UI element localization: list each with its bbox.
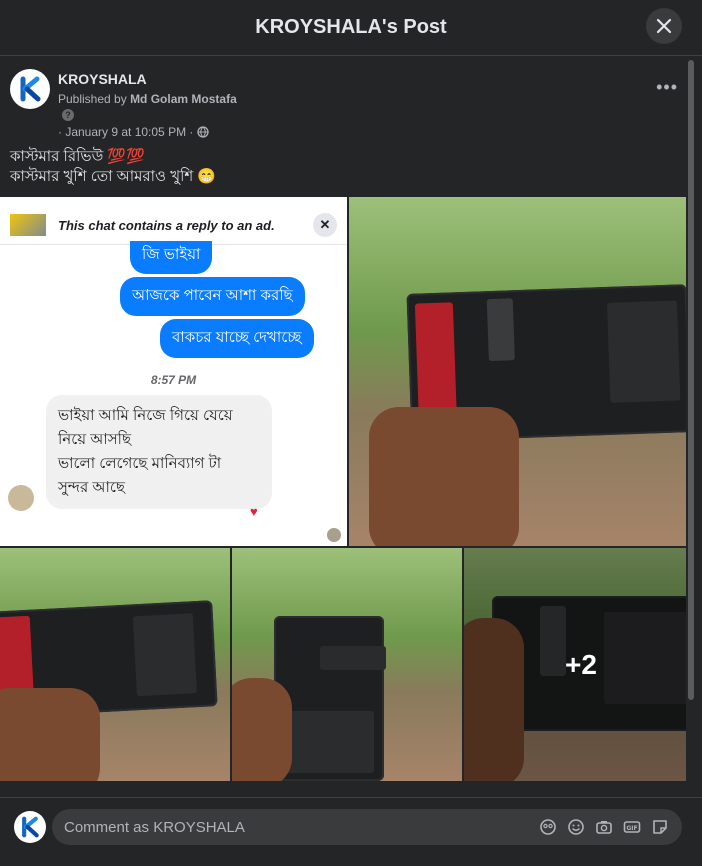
help-icon[interactable]: ? (62, 109, 74, 121)
hand-image (232, 678, 292, 781)
chat-bubble-in: ভাইয়া আমি নিজে গিয়ে যেয়ে নিয়ে আসছি ভ… (46, 395, 272, 509)
post-title: KROYSHALA's Post (255, 16, 447, 38)
banner-close-icon: ✕ (313, 213, 337, 237)
comment-input[interactable]: Comment as KROYSHALA GIF (52, 809, 682, 845)
avatar-sticker-icon[interactable] (538, 817, 558, 837)
close-icon (656, 18, 672, 34)
close-button[interactable] (646, 8, 682, 44)
page-name[interactable]: KROYSHALA (58, 71, 147, 87)
chat-ad-banner: This chat contains a reply to an ad. ✕ (0, 205, 347, 245)
modal-header: KROYSHALA's Post (0, 0, 702, 56)
photo-wallet-3[interactable] (232, 548, 462, 781)
caption-line-1: কাস্টমার রিভিউ 💯💯 (10, 148, 145, 165)
photo-wallet-4[interactable]: +2 (464, 548, 686, 781)
svg-text:GIF: GIF (626, 825, 637, 832)
comment-bar: Comment as KROYSHALA GIF (0, 797, 702, 866)
chat-bubble-out-2: বাকচর যাচ্ছে দেখাচ্ছে (160, 319, 314, 358)
hand-image (369, 407, 519, 546)
chat-in-line-4: সুন্দর আছে (58, 479, 125, 496)
wallet-strap (320, 646, 386, 670)
wallet-coin-pocket (132, 613, 197, 697)
publisher-name[interactable]: Md Golam Mostafa (130, 92, 237, 106)
chat-in-line-3: ভালো লেগেছে মানিব্যাগ টা (58, 455, 222, 472)
post-date-line: · January 9 at 10:05 PM · (58, 125, 210, 139)
sticker-icon[interactable] (650, 817, 670, 837)
page-avatar[interactable] (10, 69, 50, 109)
comment-tools: GIF (538, 817, 670, 837)
chat-time: 8:57 PM (150, 373, 197, 387)
kroyshala-logo-icon (15, 812, 45, 842)
wallet-coin-pocket (606, 300, 681, 403)
post-content: KROYSHALA Published by Md Golam Mostafa … (0, 57, 686, 797)
wallet-coin-pocket (284, 711, 374, 773)
post-caption: কাস্টমার রিভিউ 💯💯 কাস্টমার খুশি তো আমরাও… (10, 147, 216, 187)
commenter-avatar (14, 811, 46, 843)
post-date[interactable]: · January 9 at 10:05 PM · (58, 125, 193, 139)
chat-in-line-2: নিয়ে আসছি (58, 431, 132, 448)
chat-in-line-1: ভাইয়া আমি নিজে গিয়ে যেয়ে (58, 407, 233, 424)
more-photos-overlay[interactable]: +2 (464, 548, 686, 781)
caption-line-2: কাস্টমার খুশি তো আমরাও খুশি 😁 (10, 168, 217, 185)
published-prefix: Published by (58, 92, 127, 106)
chat-bubble-out-1: আজকে পাবেন আশা করছি (120, 277, 305, 316)
comment-placeholder: Comment as KROYSHALA (64, 819, 245, 836)
hand-image (0, 688, 100, 781)
photo-wallet-2[interactable] (0, 548, 230, 781)
photo-grid: This chat contains a reply to an ad. ✕ জ… (0, 197, 686, 783)
wallet-strap (486, 298, 515, 362)
more-options-icon[interactable]: ••• (656, 77, 678, 98)
scrollbar[interactable] (688, 60, 694, 700)
ad-thumbnail (10, 214, 46, 236)
seen-avatar (327, 528, 341, 542)
camera-icon[interactable] (594, 817, 614, 837)
chat-banner-text: This chat contains a reply to an ad. (58, 218, 275, 233)
emoji-icon[interactable] (566, 817, 586, 837)
heart-icon: ♥ (250, 504, 258, 519)
photo-wallet-1[interactable] (349, 197, 686, 546)
chat-bubble-partial: জি ভাইয়া (130, 241, 213, 274)
photo-chat-screenshot[interactable]: This chat contains a reply to an ad. ✕ জ… (0, 197, 347, 546)
gif-icon[interactable]: GIF (622, 817, 642, 837)
chat-avatar (8, 485, 34, 511)
published-by-line: Published by Md Golam Mostafa (58, 92, 237, 106)
kroyshala-logo-icon (13, 72, 47, 106)
globe-icon (197, 126, 210, 138)
